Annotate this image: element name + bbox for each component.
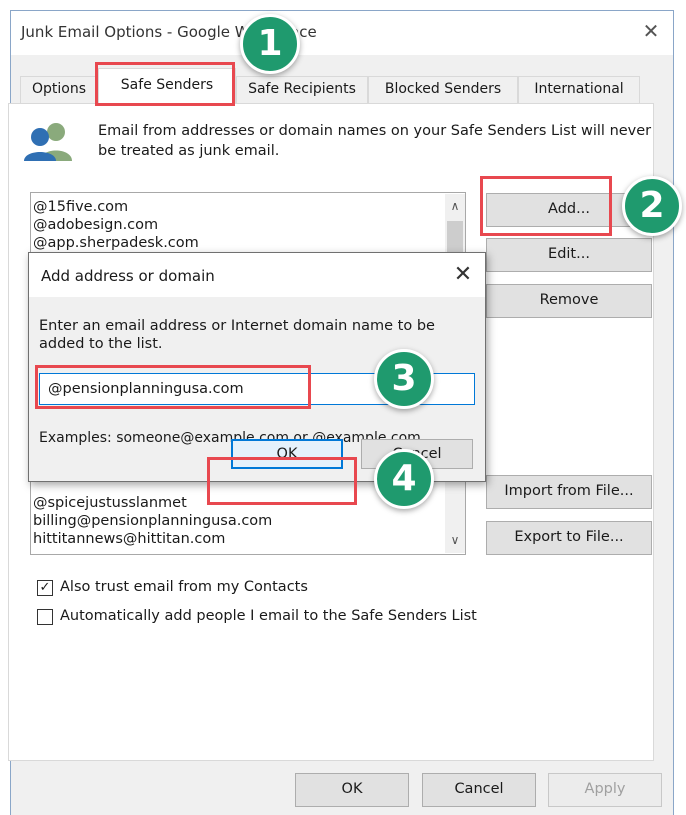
trust-contacts-label: Also trust email from my Contacts (60, 579, 308, 595)
edit-button[interactable]: Edit... (486, 238, 652, 272)
people-icon (24, 123, 72, 161)
auto-add-label: Automatically add people I email to the … (60, 608, 477, 624)
tab-international[interactable]: International (518, 76, 640, 103)
highlight-add-button (480, 176, 612, 236)
list-item[interactable]: @adobesign.com (33, 215, 158, 235)
scroll-up-icon[interactable]: ∧ (445, 196, 465, 216)
list-item[interactable]: @spicejustusslanmet (33, 493, 187, 513)
ok-button[interactable]: OK (295, 773, 409, 807)
auto-add-checkbox[interactable] (37, 609, 53, 625)
cancel-button[interactable]: Cancel (422, 773, 536, 807)
step-4-badge: 4 (374, 449, 434, 509)
remove-button[interactable]: Remove (486, 284, 652, 318)
list-item[interactable]: @app.sherpadesk.com (33, 233, 199, 253)
description-text: Email from addresses or domain names on … (98, 123, 652, 159)
highlight-dialog-ok (207, 457, 357, 505)
dialog-title: Add address or domain (41, 267, 215, 285)
tab-safe-recipients[interactable]: Safe Recipients (236, 76, 368, 103)
import-from-file-button[interactable]: Import from File... (486, 475, 652, 509)
scroll-down-icon[interactable]: ∨ (445, 530, 465, 550)
close-icon[interactable]: ✕ (639, 19, 663, 43)
step-3-badge: 3 (374, 349, 434, 409)
dialog-title-bar: Add address or domain ✕ (29, 253, 485, 297)
dialog-close-icon[interactable]: ✕ (449, 261, 477, 289)
list-item[interactable]: hittitannews@hittitan.com (33, 529, 225, 547)
list-item[interactable]: @15five.com (33, 197, 128, 217)
trust-contacts-checkbox[interactable]: ✓ (37, 580, 53, 596)
highlight-safe-senders-tab (95, 62, 235, 106)
list-item[interactable]: billing@pensionplanningusa.com (33, 511, 272, 531)
apply-button[interactable]: Apply (548, 773, 662, 807)
tab-options[interactable]: Options (20, 76, 98, 103)
dialog-instruction: Enter an email address or Internet domai… (39, 318, 435, 352)
tab-blocked-senders[interactable]: Blocked Senders (368, 76, 518, 103)
step-1-badge: 1 (240, 14, 300, 74)
title-bar: Junk Email Options - Google Workspace ✕ (11, 11, 673, 55)
step-2-badge: 2 (622, 176, 682, 236)
export-to-file-button[interactable]: Export to File... (486, 521, 652, 555)
highlight-address-input (35, 365, 311, 409)
